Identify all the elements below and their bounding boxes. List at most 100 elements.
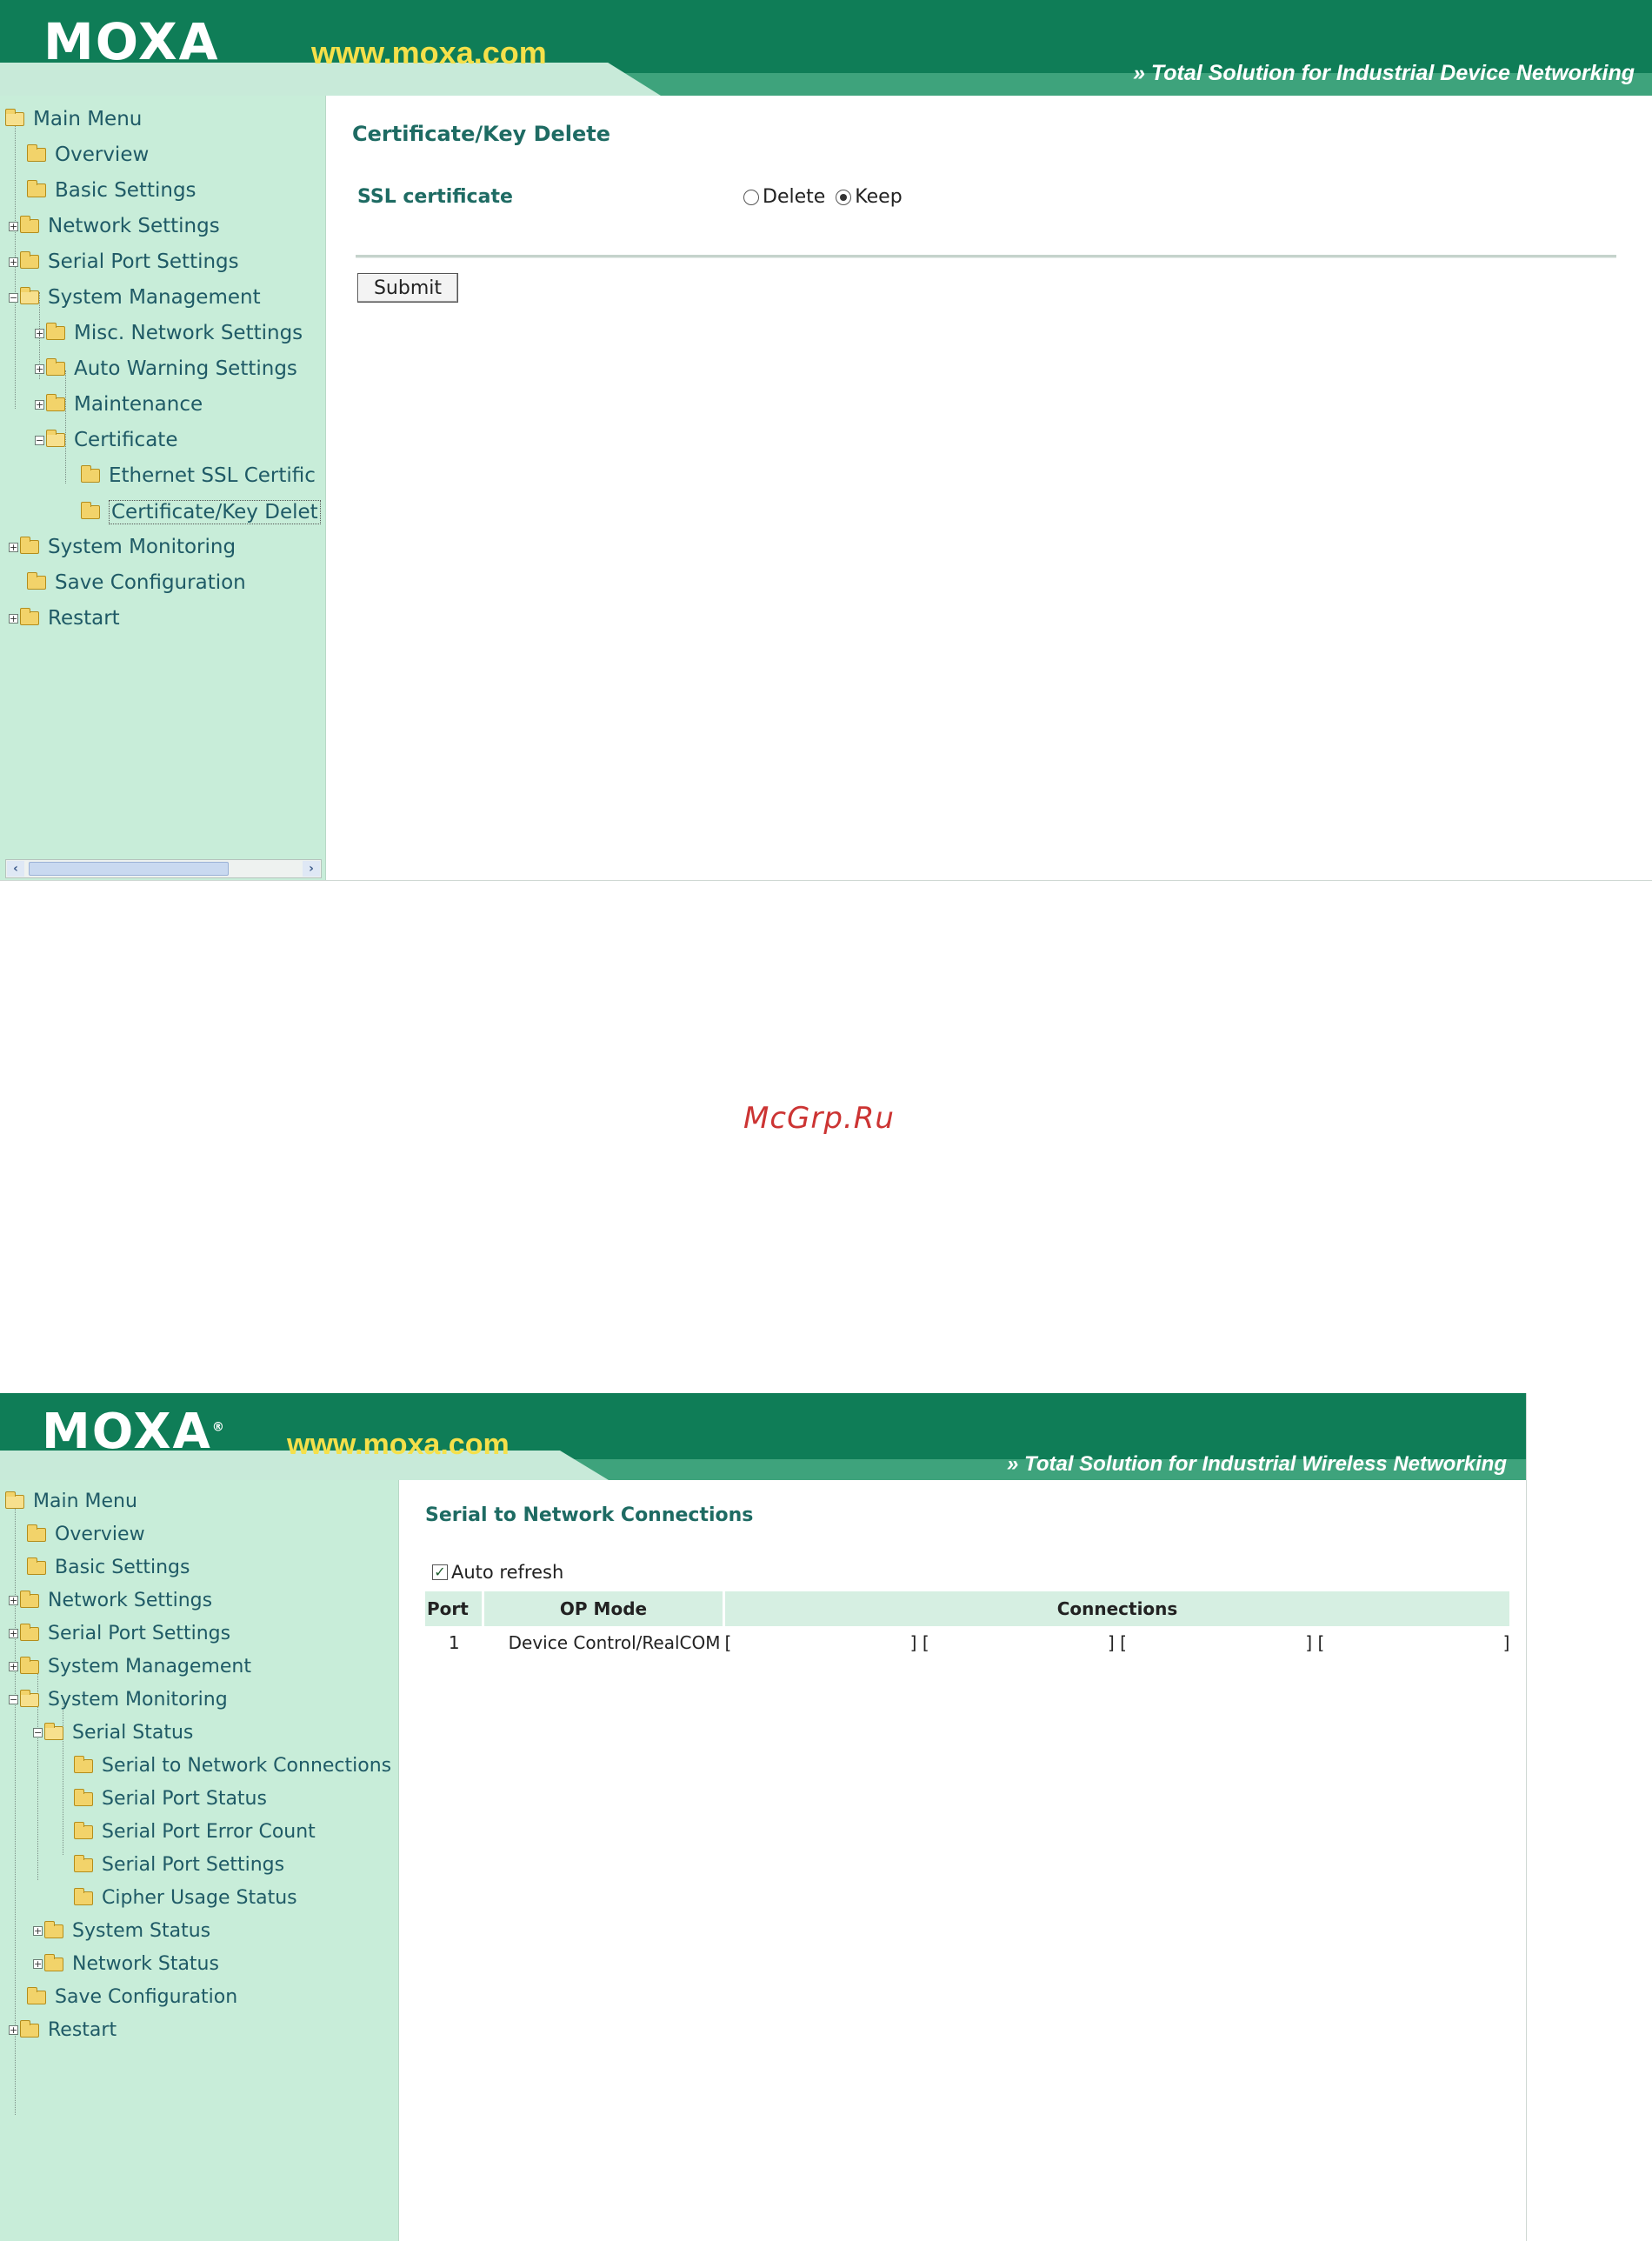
sidebar-item-label: Network Settings <box>48 215 220 237</box>
folder-open-icon <box>44 1722 63 1740</box>
auto-refresh-checkbox[interactable]: ✓ <box>432 1564 448 1580</box>
divider <box>356 255 1616 258</box>
folder-icon <box>27 144 46 162</box>
horizontal-scrollbar[interactable]: ‹ › <box>5 859 322 878</box>
expand-plus-icon[interactable]: + <box>9 1629 18 1638</box>
sidebar-item-serial-port-status[interactable]: Serial Port Status <box>63 1788 267 1810</box>
sidebar-item-network-settings[interactable]: + Network Settings <box>9 215 220 237</box>
sidebar-item-certificate-key-delete[interactable]: Certificate/Key Delet <box>70 500 321 524</box>
keep-option-label[interactable]: Keep <box>855 186 902 208</box>
sidebar-item-main-menu[interactable]: Main Menu <box>5 108 142 130</box>
sidebar-item-label: Ethernet SSL Certific <box>109 464 316 487</box>
sidebar-item-system-monitoring[interactable]: + System Monitoring <box>9 536 236 558</box>
folder-icon <box>20 1656 39 1674</box>
sidebar-item-serial-status[interactable]: − Serial Status <box>33 1722 193 1744</box>
collapse-minus-icon[interactable]: − <box>9 292 18 303</box>
delete-radio[interactable] <box>743 189 759 205</box>
collapse-minus-icon[interactable]: − <box>33 1728 43 1737</box>
sidebar-item-misc-network-settings[interactable]: + Misc. Network Settings <box>35 322 303 344</box>
table-header-row: Port OP Mode Connections <box>425 1591 1512 1626</box>
submit-button[interactable]: Submit <box>357 273 458 303</box>
expand-plus-icon[interactable]: + <box>9 613 18 624</box>
sidebar-item-serial-port-error-count[interactable]: Serial Port Error Count <box>63 1821 316 1843</box>
website-link[interactable]: www.moxa.com <box>311 35 547 71</box>
scroll-left-icon[interactable]: ‹ <box>7 861 24 877</box>
auto-refresh-label[interactable]: Auto refresh <box>451 1562 563 1583</box>
sidebar-item-network-status[interactable]: + Network Status <box>33 1953 219 1975</box>
sidebar-item-label: Restart <box>48 2019 117 2041</box>
tagline: » Total Solution for Industrial Wireless… <box>1007 1452 1507 1477</box>
expand-plus-icon[interactable]: + <box>9 221 18 231</box>
sidebar-item-system-management[interactable]: + System Management <box>9 1656 251 1677</box>
sidebar-item-label: Auto Warning Settings <box>74 357 297 380</box>
expand-plus-icon[interactable]: + <box>35 328 44 338</box>
keep-radio[interactable] <box>836 189 852 205</box>
watermark: McGrp.Ru <box>743 1101 895 1136</box>
expand-plus-icon[interactable]: + <box>35 363 44 374</box>
column-header-connections: Connections <box>723 1591 1512 1626</box>
delete-option-label[interactable]: Delete <box>763 186 825 208</box>
sidebar-item-label: Basic Settings <box>55 1557 190 1578</box>
sidebar-item-cipher-usage-status[interactable]: Cipher Usage Status <box>63 1887 297 1909</box>
sidebar-item-serial-port-settings-status[interactable]: Serial Port Settings <box>63 1854 284 1876</box>
table-row: 1 Device Control/RealCOM [ ] [ ] [ ] [ ] <box>425 1626 1511 1659</box>
sidebar-item-system-status[interactable]: + System Status <box>33 1920 210 1942</box>
expand-plus-icon[interactable]: + <box>9 1596 18 1605</box>
collapse-minus-icon[interactable]: − <box>35 435 44 445</box>
scroll-thumb[interactable] <box>29 862 229 876</box>
connection-bracket: ] [ <box>909 1632 929 1653</box>
ssl-certificate-options: Delete Keep <box>743 186 913 208</box>
folder-icon <box>20 1623 39 1641</box>
website-link[interactable]: www.moxa.com <box>287 1428 510 1462</box>
sidebar-item-save-configuration[interactable]: Save Configuration <box>16 1986 237 2008</box>
expand-plus-icon[interactable]: + <box>35 399 44 410</box>
sidebar-item-serial-port-settings[interactable]: + Serial Port Settings <box>9 250 239 273</box>
sidebar-item-label: Main Menu <box>33 1491 137 1512</box>
moxa-logo: MOXA® <box>42 1404 226 1460</box>
sidebar-item-maintenance[interactable]: + Maintenance <box>35 393 203 416</box>
connection-bracket: ] <box>1502 1632 1510 1653</box>
sidebar-item-label: Serial Port Status <box>102 1788 267 1810</box>
expand-plus-icon[interactable]: + <box>33 1959 43 1969</box>
folder-icon <box>74 1821 93 1839</box>
sidebar-item-restart[interactable]: + Restart <box>9 607 120 630</box>
sidebar-item-label: Serial Status <box>72 1722 194 1744</box>
sidebar-item-label: Misc. Network Settings <box>74 322 303 344</box>
screenshot-serial-connections: MOXA® www.moxa.com » Total Solution for … <box>0 1393 1527 2241</box>
sidebar-item-overview[interactable]: Overview <box>16 143 149 166</box>
scroll-right-icon[interactable]: › <box>303 861 320 877</box>
folder-icon <box>27 180 46 197</box>
expand-plus-icon[interactable]: + <box>9 542 18 552</box>
expand-plus-icon[interactable]: + <box>33 1926 43 1936</box>
sidebar-item-restart[interactable]: + Restart <box>9 2019 117 2041</box>
sidebar-item-basic-settings[interactable]: Basic Settings <box>16 179 197 202</box>
sidebar-item-label: Network Status <box>72 1953 219 1975</box>
connection-bracket: ] [ <box>1305 1632 1325 1653</box>
sidebar-item-save-configuration[interactable]: Save Configuration <box>16 571 246 594</box>
main-content: Serial to Network Connections ✓ Auto ref… <box>399 1480 1526 2241</box>
auto-refresh-option[interactable]: ✓ Auto refresh <box>432 1562 563 1583</box>
sidebar-item-auto-warning-settings[interactable]: + Auto Warning Settings <box>35 357 297 380</box>
sidebar-item-system-management[interactable]: − System Management <box>9 286 261 309</box>
expand-plus-icon[interactable]: + <box>9 2025 18 2035</box>
tagline-text: Total Solution for Industrial Device Net… <box>1150 61 1635 85</box>
collapse-minus-icon[interactable]: − <box>9 1695 18 1704</box>
folder-open-icon <box>5 109 24 126</box>
sidebar-item-label: Network Settings <box>48 1590 213 1611</box>
sidebar-menu: Main Menu Overview Basic Settings + Netwo… <box>0 96 326 880</box>
connection-bracket: ] [ <box>1108 1632 1127 1653</box>
sidebar-item-certificate[interactable]: − Certificate <box>35 429 177 451</box>
sidebar-item-system-monitoring[interactable]: − System Monitoring <box>9 1689 228 1711</box>
cell-connections: [ ] [ ] [ ] [ ] <box>724 1626 1511 1659</box>
sidebar-item-main-menu[interactable]: Main Menu <box>5 1491 137 1512</box>
sidebar-item-ethernet-ssl-certificate[interactable]: Ethernet SSL Certific <box>70 464 316 487</box>
sidebar-item-network-settings[interactable]: + Network Settings <box>9 1590 212 1611</box>
sidebar-item-overview[interactable]: Overview <box>16 1524 145 1545</box>
sidebar-item-basic-settings[interactable]: Basic Settings <box>16 1557 190 1578</box>
sidebar-item-serial-port-settings[interactable]: + Serial Port Settings <box>9 1623 230 1644</box>
sidebar-item-serial-to-network-connections[interactable]: Serial to Network Connections <box>63 1755 391 1777</box>
expand-plus-icon[interactable]: + <box>9 1662 18 1671</box>
sidebar-item-label: Serial Port Error Count <box>102 1821 316 1843</box>
expand-plus-icon[interactable]: + <box>9 257 18 267</box>
sidebar-menu: Main Menu Overview Basic Settings + Netwo… <box>0 1480 399 2241</box>
